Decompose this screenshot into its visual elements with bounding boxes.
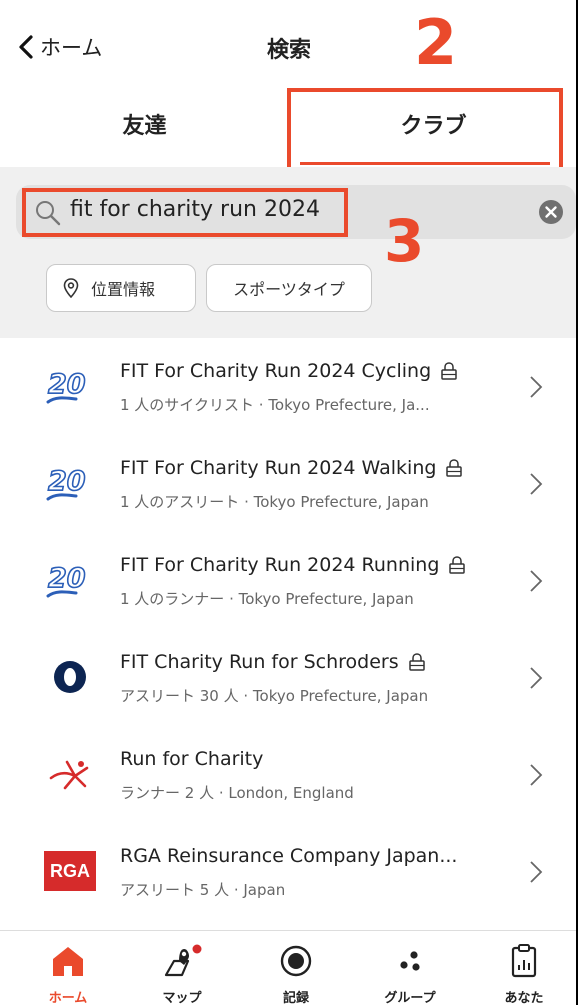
clear-icon[interactable]	[538, 199, 564, 225]
club-name: RGA Reinsurance Company Japan...	[120, 845, 457, 867]
nav-groups[interactable]: グループ	[352, 931, 468, 1006]
club-result-row[interactable]: RGA RGA Reinsurance Company Japan... アスリ…	[0, 823, 578, 920]
club-name-text: FIT For Charity Run 2024 Walking	[120, 457, 437, 479]
club-name-text: FIT Charity Run for Schroders	[120, 651, 399, 673]
fit-2024-logo: 20	[40, 558, 100, 602]
club-result-row[interactable]: Run for Charity ランナー 2 人 · London, Engla…	[0, 726, 578, 823]
record-icon	[280, 945, 312, 977]
chevron-right-icon	[530, 570, 543, 592]
rga-logo-text: RGA	[50, 860, 90, 881]
chevron-right-icon	[530, 764, 543, 786]
nav-record-label: 記録	[282, 991, 309, 1006]
sport-type-filter-chip[interactable]: スポーツタイプ	[206, 264, 372, 312]
page-title: 検索	[266, 38, 311, 63]
annotation-box-search	[22, 188, 348, 237]
club-name: Run for Charity	[120, 748, 263, 770]
svg-text:20: 20	[48, 369, 86, 400]
chevron-right-icon	[530, 376, 543, 398]
rga-logo: RGA	[40, 849, 100, 893]
fit-2024-logo: 20	[40, 461, 100, 505]
nav-groups-label: グループ	[384, 991, 436, 1006]
nav-record[interactable]: 記録	[238, 931, 354, 1006]
club-name-text: RGA Reinsurance Company Japan...	[120, 845, 458, 867]
annotation-number-3: 3	[384, 207, 425, 275]
club-name: FIT Charity Run for Schroders	[120, 651, 427, 673]
club-result-row[interactable]: FIT Charity Run for Schroders アスリート 30 人…	[0, 629, 578, 726]
club-details: 1 人のサイクリスト · Tokyo Prefecture, Ja...	[120, 396, 430, 414]
club-result-row[interactable]: 20 FIT For Charity Run 2024 Walking 1 人の…	[0, 435, 578, 532]
club-details: 1 人のランナー · Tokyo Prefecture, Japan	[120, 590, 414, 608]
annotation-number-2: 2	[414, 6, 458, 79]
svg-text:20: 20	[48, 563, 86, 594]
lock-icon	[441, 362, 457, 380]
location-filter-label: 位置情報	[91, 280, 156, 299]
location-filter-chip[interactable]: 位置情報	[46, 264, 196, 312]
nav-home-label: ホーム	[48, 991, 88, 1006]
chevron-right-icon	[530, 861, 543, 883]
club-result-row[interactable]: 20 FIT For Charity Run 2024 Cycling 1 人の…	[0, 338, 578, 435]
home-icon	[53, 947, 83, 976]
club-name-text: FIT For Charity Run 2024 Cycling	[120, 360, 432, 382]
you-icon	[511, 944, 537, 978]
location-pin-icon	[63, 278, 79, 298]
nav-home[interactable]: ホーム	[10, 931, 126, 1006]
nav-map-label: マップ	[162, 991, 202, 1006]
club-result-row[interactable]: 20 FIT For Charity Run 2024 Running 1 人の…	[0, 532, 578, 629]
club-name: FIT For Charity Run 2024 Running	[120, 554, 467, 576]
chevron-right-icon	[530, 667, 543, 689]
fit-2024-logo: 20	[40, 364, 100, 408]
nav-map[interactable]: マップ	[124, 931, 240, 1006]
club-name-text: FIT For Charity Run 2024 Running	[120, 554, 440, 576]
club-details: アスリート 30 人 · Tokyo Prefecture, Japan	[120, 687, 429, 705]
groups-icon	[400, 951, 420, 971]
lock-icon	[446, 459, 463, 477]
lock-icon	[408, 653, 425, 671]
svg-text:20: 20	[48, 466, 86, 497]
map-icon	[164, 944, 202, 977]
tab-friends[interactable]: 友達	[0, 82, 289, 166]
bottom-navigation: ホーム マップ 記録 グループ あなた	[0, 930, 578, 1006]
nav-you[interactable]: あなた	[466, 931, 578, 1006]
runner-logo	[40, 752, 100, 796]
club-name-text: Run for Charity	[120, 748, 264, 770]
sport-type-filter-label: スポーツタイプ	[233, 280, 345, 299]
club-name: FIT For Charity Run 2024 Walking	[120, 457, 464, 479]
club-details: ランナー 2 人 · London, England	[120, 784, 354, 802]
schroders-logo	[40, 655, 100, 699]
club-details: 1 人のアスリート · Tokyo Prefecture, Japan	[120, 493, 429, 511]
chevron-right-icon	[530, 473, 543, 495]
club-details: アスリート 5 人 · Japan	[120, 881, 286, 899]
lock-icon	[449, 556, 466, 574]
club-name: FIT For Charity Run 2024 Cycling	[120, 360, 459, 382]
nav-you-label: あなた	[504, 991, 544, 1006]
header: ホーム 検索	[0, 0, 578, 95]
